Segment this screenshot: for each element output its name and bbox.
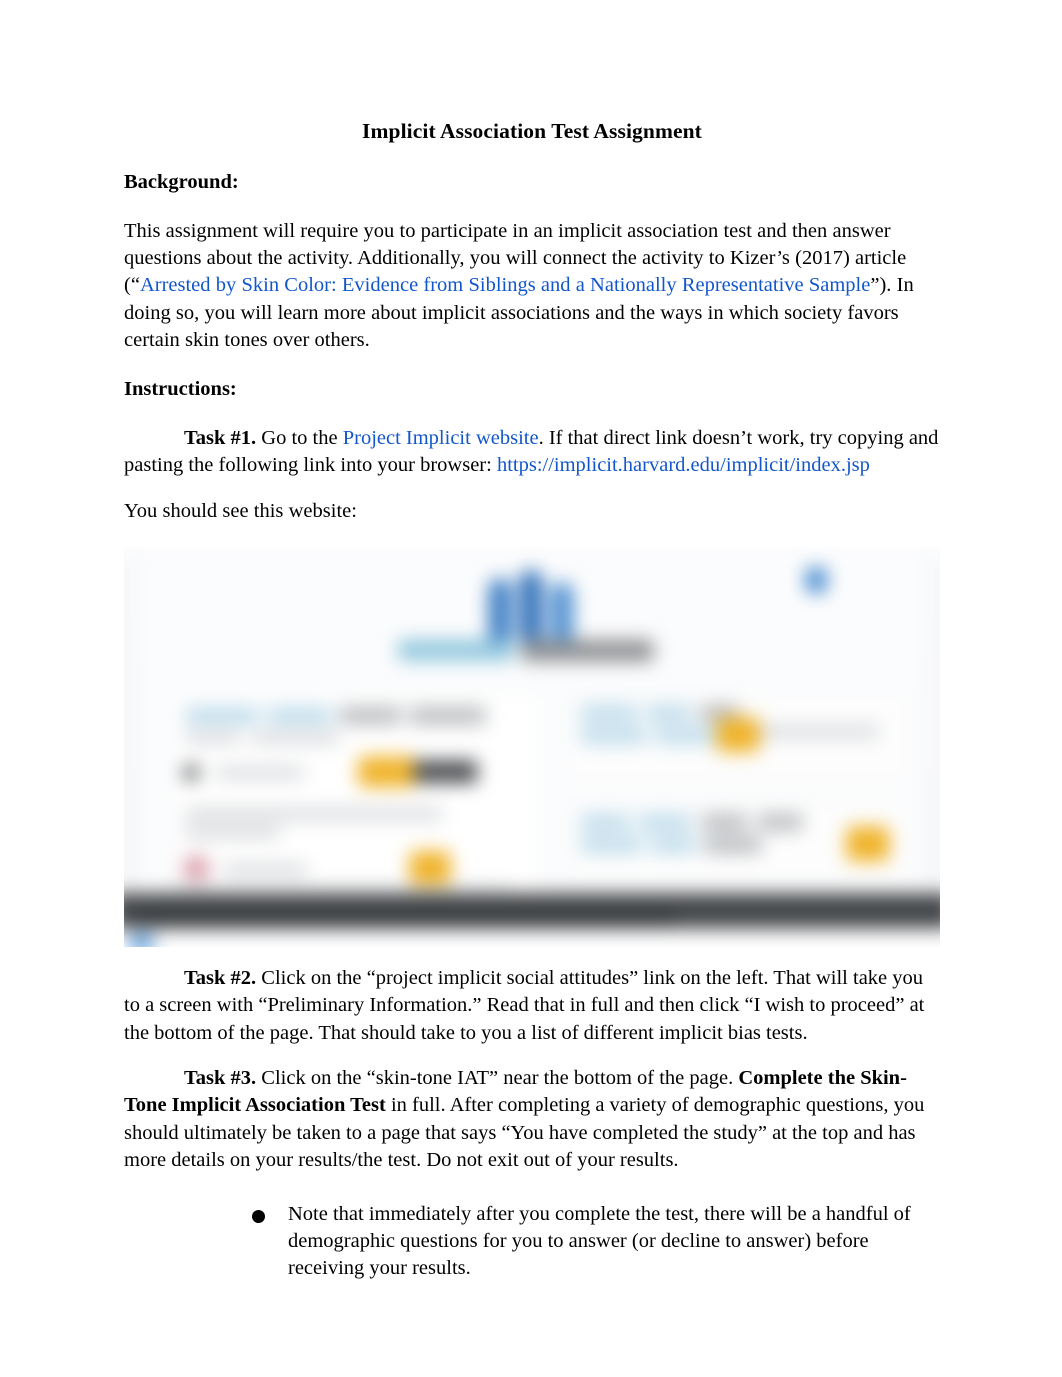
task-3-label: Task #3. [184, 1067, 257, 1090]
left-panel-button-1[interactable] [357, 756, 416, 788]
project-implicit-wordmark [398, 638, 666, 665]
list-item: Note that immediately after you complete… [252, 1201, 940, 1283]
background-paragraph: This assignment will require you to part… [124, 218, 940, 355]
right-card-1-button[interactable] [716, 717, 760, 753]
embedded-website-screenshot [124, 547, 940, 948]
task-1-paragraph: Task #1. Go to the Project Implicit webs… [124, 425, 940, 480]
task-3-paragraph: Task #3. Click on the “skin-tone IAT” ne… [124, 1065, 940, 1174]
left-panel-button-2[interactable] [413, 760, 478, 784]
project-implicit-website-link[interactable]: Project Implicit website [343, 427, 539, 449]
left-panel-icon-2 [182, 855, 210, 882]
task-3-text-before-bold: Click on the “skin-tone IAT” near the bo… [256, 1067, 739, 1090]
screenshot-taskbar-items [138, 913, 675, 925]
project-implicit-logo-icon [483, 566, 582, 642]
left-panel-button-3[interactable] [409, 851, 451, 887]
screenshot-taskbar-icon [130, 934, 153, 948]
page-title: Implicit Association Test Assignment [362, 119, 702, 143]
screenshot-left-panel [169, 691, 543, 900]
screenshot-blur-layer [124, 547, 940, 948]
article-link[interactable]: Arrested by Skin Color: Evidence from Si… [140, 274, 870, 296]
project-implicit-url-link[interactable]: https://implicit.harvard.edu/implicit/in… [497, 454, 870, 476]
right-card-2-button[interactable] [846, 826, 890, 862]
screenshot-right-card-2 [564, 800, 912, 883]
task-1-label: Task #1. [184, 426, 257, 449]
document-page: Implicit Association Test Assignment Bac… [0, 0, 1062, 1377]
notes-list: Note that immediately after you complete… [124, 1201, 940, 1283]
document-content: Implicit Association Test Assignment Bac… [124, 118, 940, 1283]
task-2-paragraph: Task #2. Click on the “project implicit … [124, 965, 940, 1047]
task-1-text-before-link: Go to the [256, 426, 343, 449]
screenshot-right-card-1 [564, 691, 912, 783]
screenshot-caption: You should see this website: [124, 499, 357, 522]
header-account-icon [805, 567, 827, 593]
screenshot-canvas [124, 547, 940, 948]
task-2-label: Task #2. [184, 967, 257, 990]
instructions-heading: Instructions: [124, 378, 237, 401]
left-panel-icon-1 [182, 764, 200, 782]
browser-viewport [138, 547, 926, 900]
background-heading: Background: [124, 170, 239, 193]
